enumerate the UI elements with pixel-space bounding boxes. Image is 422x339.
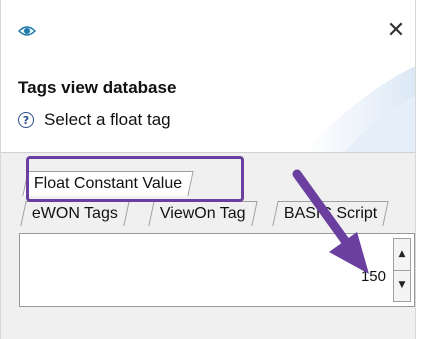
help-text: Select a float tag: [44, 110, 171, 129]
spin-down-button[interactable]: ▼: [394, 270, 410, 301]
tab-row-bottom: eWON Tags ViewOn Tag BASIC Script: [19, 201, 415, 227]
tab-ewon-tags[interactable]: eWON Tags: [20, 201, 130, 226]
title-bar: ✕: [1, 0, 415, 66]
tab-viewon-tag[interactable]: ViewOn Tag: [148, 201, 258, 226]
tab-basic-script[interactable]: BASIC Script: [272, 201, 390, 226]
tags-view-dialog: ✕ Tags view database ? Select a float ta…: [0, 0, 416, 339]
spin-up-button[interactable]: ▲: [394, 239, 410, 271]
header-decoration: [305, 66, 415, 152]
question-icon: ?: [18, 112, 34, 128]
value-spinner[interactable]: ▲ ▼: [393, 238, 411, 302]
arrow-up-icon: ▲: [398, 249, 406, 259]
value-panel: 150 ▲ ▼: [19, 233, 415, 307]
close-icon: ✕: [386, 18, 406, 43]
dialog-title: Tags view database: [18, 78, 177, 97]
eye-icon: [18, 26, 36, 36]
dialog-header: Tags view database ? Select a float tag: [1, 66, 415, 152]
annotation-highlight-box: [26, 156, 244, 202]
arrow-down-icon: ▼: [398, 280, 406, 290]
float-value-input[interactable]: 150: [361, 268, 386, 285]
close-button[interactable]: ✕: [383, 18, 409, 44]
help-message: ? Select a float tag: [18, 110, 171, 130]
